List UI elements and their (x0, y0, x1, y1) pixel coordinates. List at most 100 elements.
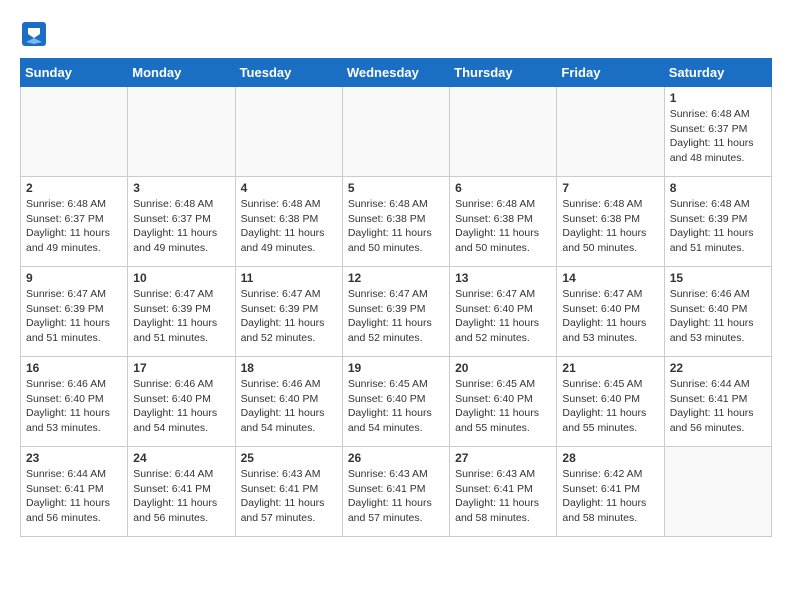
day-info: Sunrise: 6:44 AM Sunset: 6:41 PM Dayligh… (133, 467, 229, 526)
day-number: 27 (455, 451, 551, 465)
day-number: 24 (133, 451, 229, 465)
calendar-day-4: 4 Sunrise: 6:48 AM Sunset: 6:38 PM Daylig… (235, 177, 342, 267)
calendar-day-empty-0-1 (128, 87, 235, 177)
calendar-week-5: 23 Sunrise: 6:44 AM Sunset: 6:41 PM Dayli… (21, 447, 772, 537)
calendar-day-empty-0-0 (21, 87, 128, 177)
day-info: Sunrise: 6:43 AM Sunset: 6:41 PM Dayligh… (241, 467, 337, 526)
calendar-day-28: 28Sunrise: 6:42 AM Sunset: 6:41 PM Dayli… (557, 447, 664, 537)
day-info: Sunrise: 6:42 AM Sunset: 6:41 PM Dayligh… (562, 467, 658, 526)
day-info: Sunrise: 6:45 AM Sunset: 6:40 PM Dayligh… (562, 377, 658, 436)
calendar-day-empty-0-3 (342, 87, 449, 177)
calendar-day-10: 10 Sunrise: 6:47 AM Sunset: 6:39 PM Dayli… (128, 267, 235, 357)
calendar-day-12: 12 Sunrise: 6:47 AM Sunset: 6:39 PM Dayli… (342, 267, 449, 357)
day-number: 2 (26, 181, 122, 195)
day-info: Sunrise: 6:44 AM Sunset: 6:41 PM Dayligh… (670, 377, 766, 436)
weekday-header-thursday: Thursday (450, 59, 557, 87)
calendar-day-2: 2 Sunrise: 6:48 AM Sunset: 6:37 PM Daylig… (21, 177, 128, 267)
calendar-day-empty-4-6 (664, 447, 771, 537)
day-number: 18 (241, 361, 337, 375)
logo-icon (20, 20, 48, 48)
day-info: Sunrise: 6:48 AM Sunset: 6:37 PM Dayligh… (26, 197, 122, 256)
day-info: Sunrise: 6:43 AM Sunset: 6:41 PM Dayligh… (455, 467, 551, 526)
day-number: 19 (348, 361, 444, 375)
day-info: Sunrise: 6:48 AM Sunset: 6:38 PM Dayligh… (562, 197, 658, 256)
calendar-week-2: 2 Sunrise: 6:48 AM Sunset: 6:37 PM Daylig… (21, 177, 772, 267)
calendar-table: SundayMondayTuesdayWednesdayThursdayFrid… (20, 58, 772, 537)
day-info: Sunrise: 6:47 AM Sunset: 6:39 PM Dayligh… (348, 287, 444, 346)
day-info: Sunrise: 6:48 AM Sunset: 6:37 PM Dayligh… (670, 107, 766, 166)
day-number: 25 (241, 451, 337, 465)
weekday-header-saturday: Saturday (664, 59, 771, 87)
day-info: Sunrise: 6:47 AM Sunset: 6:39 PM Dayligh… (241, 287, 337, 346)
day-info: Sunrise: 6:48 AM Sunset: 6:37 PM Dayligh… (133, 197, 229, 256)
calendar-day-empty-0-4 (450, 87, 557, 177)
calendar-day-25: 25 Sunrise: 6:43 AM Sunset: 6:41 PM Dayli… (235, 447, 342, 537)
calendar-day-empty-0-2 (235, 87, 342, 177)
day-number: 5 (348, 181, 444, 195)
calendar-day-19: 19 Sunrise: 6:45 AM Sunset: 6:40 PM Dayli… (342, 357, 449, 447)
day-number: 3 (133, 181, 229, 195)
calendar-day-27: 27 Sunrise: 6:43 AM Sunset: 6:41 PM Dayli… (450, 447, 557, 537)
calendar-header-row: SundayMondayTuesdayWednesdayThursdayFrid… (21, 59, 772, 87)
day-number: 16 (26, 361, 122, 375)
logo (20, 20, 52, 48)
calendar-day-15: 15 Sunrise: 6:46 AM Sunset: 6:40 PM Dayli… (664, 267, 771, 357)
calendar-day-20: 20 Sunrise: 6:45 AM Sunset: 6:40 PM Dayli… (450, 357, 557, 447)
day-info: Sunrise: 6:48 AM Sunset: 6:39 PM Dayligh… (670, 197, 766, 256)
day-info: Sunrise: 6:43 AM Sunset: 6:41 PM Dayligh… (348, 467, 444, 526)
day-info: Sunrise: 6:47 AM Sunset: 6:39 PM Dayligh… (26, 287, 122, 346)
day-number: 23 (26, 451, 122, 465)
calendar-week-3: 9 Sunrise: 6:47 AM Sunset: 6:39 PM Daylig… (21, 267, 772, 357)
day-number: 17 (133, 361, 229, 375)
day-number: 6 (455, 181, 551, 195)
calendar-day-21: 21 Sunrise: 6:45 AM Sunset: 6:40 PM Dayli… (557, 357, 664, 447)
calendar-day-3: 3 Sunrise: 6:48 AM Sunset: 6:37 PM Daylig… (128, 177, 235, 267)
day-number: 13 (455, 271, 551, 285)
day-info: Sunrise: 6:48 AM Sunset: 6:38 PM Dayligh… (348, 197, 444, 256)
calendar-day-5: 5 Sunrise: 6:48 AM Sunset: 6:38 PM Daylig… (342, 177, 449, 267)
day-number: 4 (241, 181, 337, 195)
day-number: 21 (562, 361, 658, 375)
day-info: Sunrise: 6:48 AM Sunset: 6:38 PM Dayligh… (241, 197, 337, 256)
day-info: Sunrise: 6:45 AM Sunset: 6:40 PM Dayligh… (455, 377, 551, 436)
day-info: Sunrise: 6:45 AM Sunset: 6:40 PM Dayligh… (348, 377, 444, 436)
day-number: 14 (562, 271, 658, 285)
day-number: 9 (26, 271, 122, 285)
day-info: Sunrise: 6:46 AM Sunset: 6:40 PM Dayligh… (670, 287, 766, 346)
day-info: Sunrise: 6:47 AM Sunset: 6:39 PM Dayligh… (133, 287, 229, 346)
calendar-week-4: 16 Sunrise: 6:46 AM Sunset: 6:40 PM Dayli… (21, 357, 772, 447)
day-number: 15 (670, 271, 766, 285)
day-number: 12 (348, 271, 444, 285)
calendar-day-18: 18 Sunrise: 6:46 AM Sunset: 6:40 PM Dayli… (235, 357, 342, 447)
calendar-day-1: 1 Sunrise: 6:48 AM Sunset: 6:37 PM Daylig… (664, 87, 771, 177)
weekday-header-tuesday: Tuesday (235, 59, 342, 87)
weekday-header-monday: Monday (128, 59, 235, 87)
calendar-day-22: 22 Sunrise: 6:44 AM Sunset: 6:41 PM Dayli… (664, 357, 771, 447)
calendar-day-23: 23Sunrise: 6:44 AM Sunset: 6:41 PM Dayli… (21, 447, 128, 537)
day-info: Sunrise: 6:46 AM Sunset: 6:40 PM Dayligh… (133, 377, 229, 436)
day-number: 11 (241, 271, 337, 285)
calendar-day-16: 16 Sunrise: 6:46 AM Sunset: 6:40 PM Dayli… (21, 357, 128, 447)
day-info: Sunrise: 6:46 AM Sunset: 6:40 PM Dayligh… (241, 377, 337, 436)
calendar-day-14: 14 Sunrise: 6:47 AM Sunset: 6:40 PM Dayli… (557, 267, 664, 357)
calendar-day-9: 9 Sunrise: 6:47 AM Sunset: 6:39 PM Daylig… (21, 267, 128, 357)
day-number: 8 (670, 181, 766, 195)
day-number: 26 (348, 451, 444, 465)
calendar-day-17: 17 Sunrise: 6:46 AM Sunset: 6:40 PM Dayli… (128, 357, 235, 447)
calendar-day-13: 13 Sunrise: 6:47 AM Sunset: 6:40 PM Dayli… (450, 267, 557, 357)
day-number: 7 (562, 181, 658, 195)
calendar-day-8: 8 Sunrise: 6:48 AM Sunset: 6:39 PM Daylig… (664, 177, 771, 267)
day-number: 22 (670, 361, 766, 375)
calendar-day-6: 6 Sunrise: 6:48 AM Sunset: 6:38 PM Daylig… (450, 177, 557, 267)
day-info: Sunrise: 6:47 AM Sunset: 6:40 PM Dayligh… (455, 287, 551, 346)
day-info: Sunrise: 6:46 AM Sunset: 6:40 PM Dayligh… (26, 377, 122, 436)
calendar-day-26: 26 Sunrise: 6:43 AM Sunset: 6:41 PM Dayli… (342, 447, 449, 537)
day-info: Sunrise: 6:47 AM Sunset: 6:40 PM Dayligh… (562, 287, 658, 346)
day-info: Sunrise: 6:48 AM Sunset: 6:38 PM Dayligh… (455, 197, 551, 256)
calendar-day-7: 7 Sunrise: 6:48 AM Sunset: 6:38 PM Daylig… (557, 177, 664, 267)
day-number: 10 (133, 271, 229, 285)
weekday-header-sunday: Sunday (21, 59, 128, 87)
day-number: 1 (670, 91, 766, 105)
day-number: 20 (455, 361, 551, 375)
calendar-week-1: 1 Sunrise: 6:48 AM Sunset: 6:37 PM Daylig… (21, 87, 772, 177)
